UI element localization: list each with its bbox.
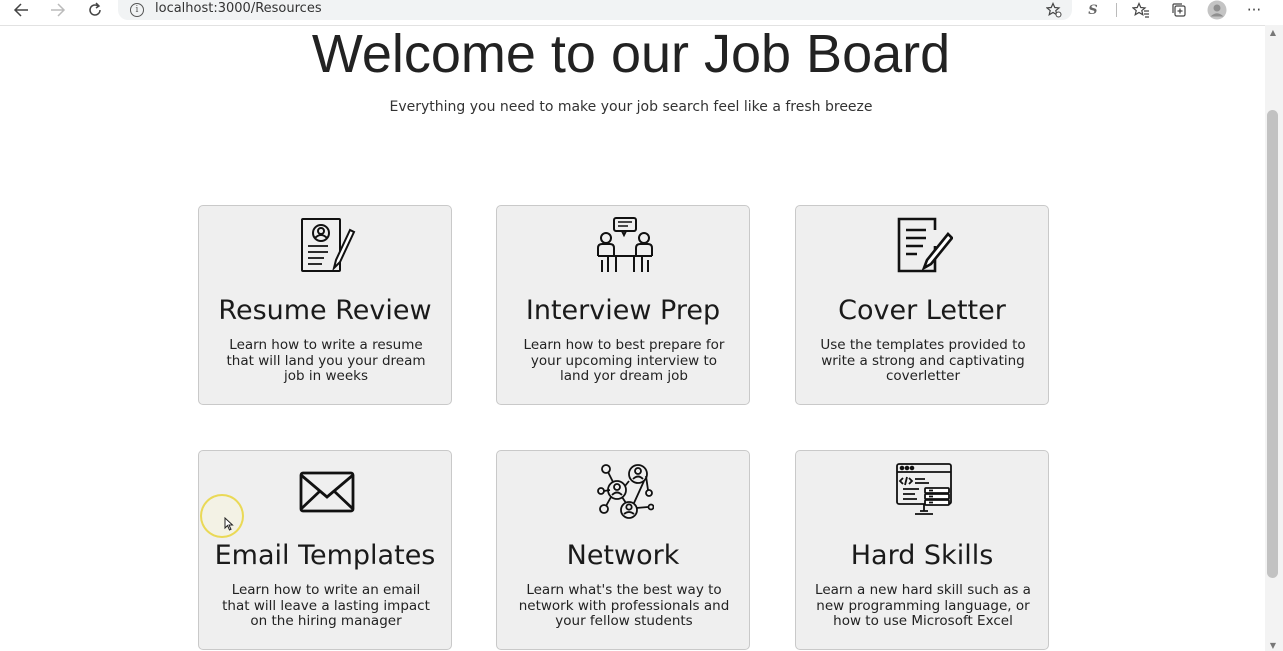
card-description: Learn how to best prepare for your upcom… (523, 337, 725, 384)
resume-icon (298, 216, 356, 274)
card-resume-review[interactable]: Resume Review Learn how to write a resum… (198, 205, 452, 405)
card-description: Learn how to write an email that will le… (222, 582, 430, 629)
favorites-icon[interactable] (1130, 0, 1152, 20)
card-title: Cover Letter (838, 295, 1006, 326)
profile-icon[interactable] (1206, 0, 1228, 20)
page-title: Welcome to our Job Board (311, 24, 951, 84)
card-hard-skills[interactable]: Hard Skills Learn a new hard skill such … (795, 450, 1049, 650)
card-title: Resume Review (218, 295, 432, 326)
back-icon[interactable] (10, 0, 32, 20)
email-icon (298, 461, 356, 519)
card-title: Interview Prep (525, 295, 721, 326)
card-description: Learn how to write a resume that will la… (226, 337, 426, 384)
scrollbar-thumb[interactable] (1267, 110, 1278, 578)
toolbar-separator (1116, 3, 1117, 17)
collections-icon[interactable] (1168, 0, 1190, 20)
card-description: Use the templates provided to write a st… (820, 337, 1026, 384)
network-icon (596, 461, 655, 519)
card-interview-prep[interactable]: Interview Prep Learn how to best prepare… (496, 205, 750, 405)
scroll-up-icon[interactable]: ▲ (1268, 29, 1278, 37)
cover-letter-icon (895, 216, 954, 274)
url-text[interactable]: localhost:3000/Resources (155, 1, 322, 16)
card-cover-letter[interactable]: Cover Letter Use the templates provided … (795, 205, 1049, 405)
interview-icon (596, 216, 654, 274)
card-description: Learn what's the best way to network wit… (518, 582, 730, 629)
card-title: Email Templates (214, 540, 436, 571)
extension-s-icon[interactable]: S (1082, 0, 1104, 20)
card-title: Hard Skills (850, 540, 994, 571)
more-icon[interactable]: ··· (1243, 0, 1265, 20)
mouse-cursor-icon (224, 516, 234, 535)
card-title: Network (566, 540, 680, 571)
forward-icon[interactable] (47, 0, 69, 20)
info-icon[interactable]: i (130, 3, 144, 17)
card-email-templates[interactable]: Email Templates Learn how to write an em… (198, 450, 452, 650)
page-subtitle: Everything you need to make your job sea… (389, 99, 873, 115)
card-network[interactable]: Network Learn what's the best way to net… (496, 450, 750, 650)
favorite-add-icon[interactable] (1043, 0, 1065, 20)
address-bar[interactable]: i localhost:3000/Resources (118, 0, 1072, 20)
refresh-icon[interactable] (84, 0, 106, 20)
card-description: Learn a new hard skill such as a new pro… (815, 582, 1031, 629)
cursor-highlight (200, 494, 244, 538)
hard-skills-icon (895, 461, 953, 519)
scroll-down-icon[interactable]: ▼ (1268, 642, 1278, 650)
